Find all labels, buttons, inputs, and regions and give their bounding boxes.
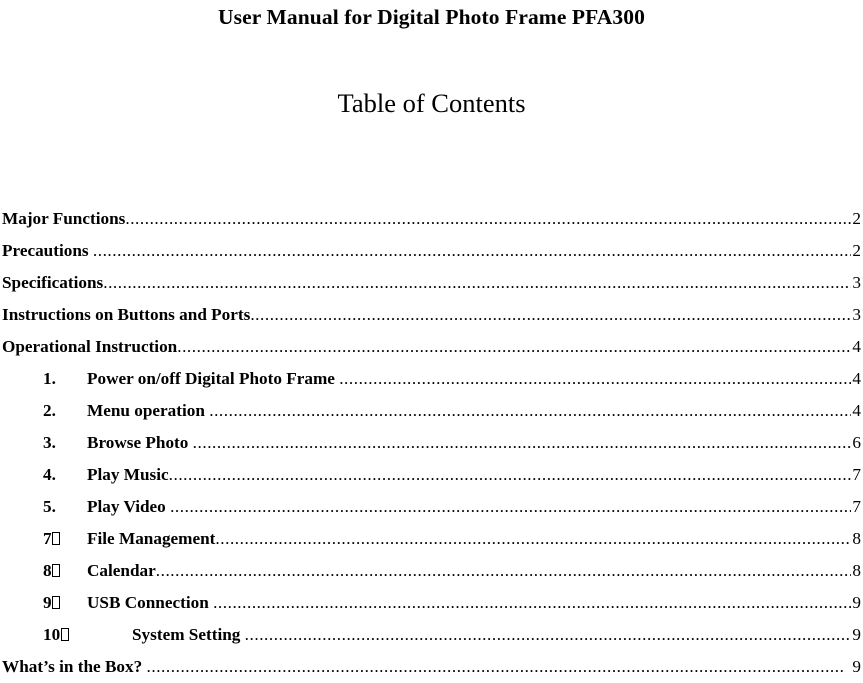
missing-glyph-icon (52, 564, 61, 577)
toc-entry-label: Calendar (87, 561, 156, 580)
toc-entry-label: Instructions on Buttons and Ports (2, 305, 251, 324)
toc-entry-page-number: 8 (852, 529, 861, 548)
toc-entry-page-number: 9 (852, 593, 861, 612)
toc-dot-leader (169, 459, 851, 491)
toc-entry[interactable]: Operational Instruction 4 (2, 331, 861, 363)
toc-entry-page-number: 2 (852, 209, 861, 228)
toc-entry[interactable]: What’s in the Box? 9 (2, 651, 861, 683)
toc-entry-label: File Management (87, 529, 216, 548)
toc-entry-page-number: 4 (852, 337, 861, 356)
toc-entry[interactable]: 1. Power on/off Digital Photo Frame 4 (2, 363, 861, 395)
toc-dot-leader (245, 619, 851, 651)
missing-glyph-icon (52, 596, 61, 609)
toc-entry-page-number: 9 (852, 657, 861, 676)
toc-entry[interactable]: 8Calendar8 (2, 555, 861, 587)
toc-entry-number: 4. (43, 465, 56, 484)
toc-dot-leader (125, 203, 851, 235)
toc-entry-page-number: 8 (852, 561, 861, 580)
toc-entry[interactable]: 5. Play Video 7 (2, 491, 861, 523)
toc-dot-leader (93, 235, 851, 267)
table-of-contents-list: Major Functions 2 Precautions 2 Specificatio… (2, 203, 861, 683)
toc-entry-label: Specifications (2, 273, 104, 292)
toc-entry-label: Major Functions (2, 209, 126, 228)
toc-entry-number: 3. (43, 433, 56, 452)
toc-entry[interactable]: Major Functions 2 (2, 203, 861, 235)
table-of-contents-heading: Table of Contents (337, 88, 526, 118)
toc-entry[interactable]: 4. Play Music 7 (2, 459, 861, 491)
toc-entry-number: 1. (43, 369, 56, 388)
toc-entry-number: 8 (43, 555, 87, 587)
toc-entry-number: 7 (43, 523, 87, 555)
toc-entry-label: USB Connection (87, 593, 209, 612)
toc-entry[interactable]: 3. Browse Photo 6 (2, 427, 861, 459)
toc-dot-leader (339, 363, 851, 395)
toc-entry-page-number: 3 (852, 273, 861, 292)
toc-entry-label: What’s in the Box? (2, 657, 143, 676)
toc-entry[interactable]: 9USB Connection9 (2, 587, 861, 619)
toc-entry-page-number: 6 (852, 433, 861, 452)
document-title: User Manual for Digital Photo Frame PFA3… (218, 5, 645, 29)
toc-entry[interactable]: 2. Menu operation 4 (2, 395, 861, 427)
toc-entry-label: Play Music (87, 465, 169, 484)
toc-entry-number: 9 (43, 587, 87, 619)
toc-entry-label: Play Video (87, 497, 166, 516)
toc-dot-leader (250, 299, 851, 331)
toc-entry-page-number: 4 (852, 401, 861, 420)
toc-entry[interactable]: 10System Setting 9 (2, 619, 861, 651)
toc-entry-label: Precautions (2, 241, 89, 260)
toc-entry-label: System Setting (132, 625, 241, 644)
toc-entry-label: Menu operation (87, 401, 205, 420)
toc-entry-page-number: 7 (852, 497, 861, 516)
toc-entry[interactable]: Specifications 3 (2, 267, 861, 299)
toc-dot-leader (209, 395, 851, 427)
toc-dot-leader (215, 523, 851, 555)
toc-entry-number: 2. (43, 401, 56, 420)
toc-entry[interactable]: 7File Management 8 (2, 523, 861, 555)
toc-entry-number: 10 (43, 619, 132, 651)
toc-dot-leader (156, 555, 851, 587)
toc-entry-page-number: 9 (852, 625, 861, 644)
toc-entry-page-number: 7 (852, 465, 861, 484)
toc-dot-leader (170, 491, 851, 523)
toc-dot-leader (177, 331, 851, 363)
toc-entry-label: Operational Instruction (2, 337, 178, 356)
missing-glyph-icon (60, 628, 69, 641)
toc-entry-label: Browse Photo (87, 433, 189, 452)
toc-entry-page-number: 4 (852, 369, 861, 388)
toc-entry[interactable]: Precautions 2 (2, 235, 861, 267)
toc-dot-leader (213, 587, 851, 619)
toc-entry-number: 5. (43, 497, 56, 516)
toc-dot-leader (147, 651, 845, 683)
toc-entry-label: Power on/off Digital Photo Frame (87, 369, 335, 388)
toc-entry-page-number: 3 (852, 305, 861, 324)
toc-dot-leader (103, 267, 851, 299)
toc-entry[interactable]: Instructions on Buttons and Ports 3 (2, 299, 861, 331)
document-page: User Manual for Digital Photo Frame PFA3… (0, 0, 863, 683)
toc-dot-leader (193, 427, 851, 459)
missing-glyph-icon (52, 532, 61, 545)
toc-entry-page-number: 2 (852, 241, 861, 260)
